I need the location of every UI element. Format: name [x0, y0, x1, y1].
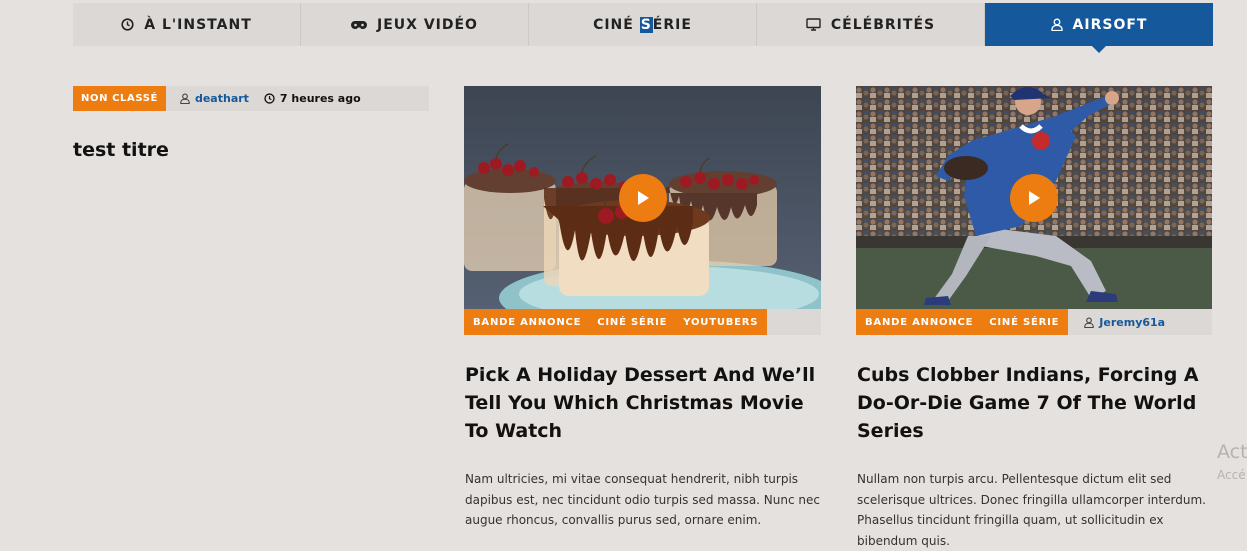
post-author[interactable]: deathart — [180, 92, 249, 105]
tab-label: CÉLÉBRITÉS — [830, 16, 936, 33]
tag-list: BANDE ANNONCE CINÉ SÉRIE — [856, 309, 1069, 335]
post-time: 7 heures ago — [264, 92, 361, 105]
main-nav: À L'INSTANT JEUX VIDÉO CINÉ SÉRIE CÉLÉBR… — [73, 3, 1213, 53]
tag-link[interactable]: CINÉ SÉRIE — [981, 317, 1067, 328]
card-excerpt: Nullam non turpis arcu. Pellentesque dic… — [857, 472, 1206, 548]
post-title[interactable]: test titre — [73, 139, 169, 161]
tag-link[interactable]: BANDE ANNONCE — [857, 317, 981, 328]
tab-cine-serie[interactable]: CINÉ SÉRIE — [529, 3, 757, 46]
category-badge[interactable]: NON CLASSÉ — [73, 86, 166, 111]
activation-watermark-text: Accé — [1217, 468, 1246, 482]
author-link[interactable]: deathart — [195, 92, 249, 105]
play-button[interactable] — [1010, 173, 1058, 222]
clock-icon — [264, 93, 275, 104]
tab-airsoft[interactable]: AIRSOFT — [985, 3, 1213, 53]
play-button[interactable] — [618, 173, 667, 222]
user-icon — [180, 93, 190, 104]
tab-jeux-video[interactable]: JEUX VIDÉO — [301, 3, 529, 46]
tag-list: BANDE ANNONCE CINÉ SÉRIE YOUTUBERS — [464, 309, 768, 335]
tag-bar: BANDE ANNONCE CINÉ SÉRIE Jeremy61a — [856, 309, 1212, 335]
post-card: BANDE ANNONCE CINÉ SÉRIE YOUTUBERS Pick … — [464, 86, 821, 531]
post-meta: NON CLASSÉ deathart 7 heures ago — [73, 86, 429, 111]
tab-a-l-instant[interactable]: À L'INSTANT — [73, 3, 301, 46]
selected-text: S — [639, 16, 653, 33]
tab-label: À L'INSTANT — [144, 16, 252, 33]
tag-link[interactable]: YOUTUBERS — [675, 317, 766, 328]
author-link[interactable]: Jeremy61a — [1099, 316, 1165, 329]
gamepad-icon — [351, 20, 368, 29]
card-title[interactable]: Pick A Holiday Dessert And We’ll Tell Yo… — [465, 361, 821, 445]
tab-label: JEUX VIDÉO — [377, 16, 478, 33]
clock-icon — [121, 18, 134, 31]
post-thumbnail[interactable] — [464, 86, 821, 309]
post-card: BANDE ANNONCE CINÉ SÉRIE Jeremy61a Cubs … — [856, 86, 1212, 551]
tab-label: AIRSOFT — [1072, 16, 1148, 33]
play-icon — [637, 190, 649, 205]
user-icon — [1050, 18, 1063, 31]
tag-bar: BANDE ANNONCE CINÉ SÉRIE YOUTUBERS — [464, 309, 821, 335]
activation-watermark-title: Act — [1217, 441, 1247, 463]
card-title[interactable]: Cubs Clobber Indians, Forcing A Do-Or-Di… — [857, 361, 1212, 445]
play-icon — [1029, 190, 1040, 205]
tag-link[interactable]: BANDE ANNONCE — [465, 317, 589, 328]
user-icon — [1084, 317, 1095, 328]
card-author[interactable]: Jeremy61a — [1084, 316, 1165, 329]
tag-link[interactable]: CINÉ SÉRIE — [589, 317, 675, 328]
post-thumbnail[interactable] — [856, 86, 1212, 309]
monitor-icon — [806, 18, 821, 31]
tab-label: CINÉ SÉRIE — [593, 16, 692, 33]
time-label: 7 heures ago — [279, 92, 361, 105]
card-excerpt: Nam ultricies, mi vitae consequat hendre… — [465, 472, 820, 527]
tab-celebrites[interactable]: CÉLÉBRITÉS — [757, 3, 985, 46]
